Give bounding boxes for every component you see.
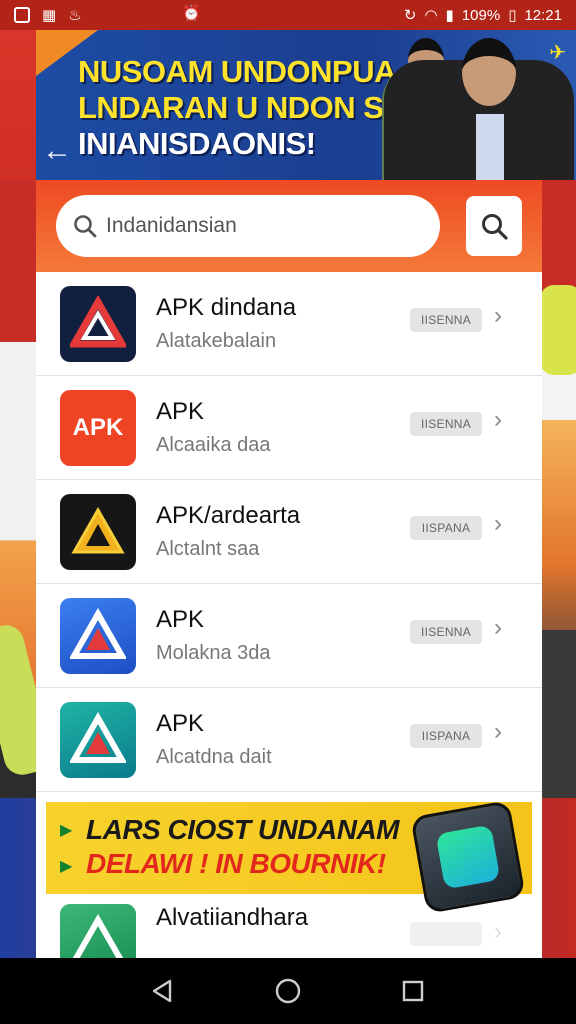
- apk-green-triangle-logo-icon: [60, 904, 136, 958]
- status-badge: IISPANA: [410, 724, 482, 748]
- chevron-right-icon: ›: [494, 918, 502, 945]
- apk-logo-text: APK: [72, 413, 124, 441]
- gadget-illustration-right: [540, 285, 576, 375]
- search-field[interactable]: [56, 195, 440, 257]
- notification-icon: [14, 7, 30, 23]
- status-badge: IISENNA: [410, 412, 482, 436]
- app-subtitle: Alctalnt saa: [156, 538, 260, 560]
- clock-text: 12:21: [524, 6, 562, 24]
- back-button[interactable]: [143, 971, 183, 1011]
- alarm-icon: ⏰: [182, 5, 201, 22]
- banner-title-line1: NUSOAM UNDONPUA: [78, 54, 397, 89]
- app-subtitle: Molakna 3da: [156, 642, 271, 664]
- flame-icon: ♨: [68, 6, 82, 24]
- chevron-right-icon: ›: [494, 406, 502, 433]
- ad-line2: DELAWI ! IN BOURNIK!: [86, 848, 386, 879]
- gadget-screen: [435, 824, 501, 890]
- banner-title-line3: INIANISDAONIS!: [78, 126, 316, 161]
- chevron-right-icon: ›: [494, 510, 502, 537]
- apk-triangle-logo-icon: [60, 285, 136, 362]
- person-shirt: [476, 114, 504, 180]
- chevron-right-icon: ›: [494, 614, 502, 641]
- status-bar: ▦ ♨ ⏰ ↻ ◠ ▮ 109% ▯ 12:21: [0, 0, 576, 30]
- status-badge: [410, 922, 482, 946]
- home-button[interactable]: [268, 971, 308, 1011]
- battery-icon: ▯: [508, 6, 517, 24]
- wifi-icon: ◠: [424, 6, 438, 24]
- banner-title: NUSOAM UNDONPUA LNDARAN U NDON SAN INIAN…: [78, 54, 428, 162]
- battery-text: 109%: [461, 6, 501, 24]
- chevron-right-icon: ›: [494, 302, 502, 329]
- back-triangle-icon: [152, 979, 171, 1003]
- search-icon: [482, 214, 508, 240]
- search-input[interactable]: [106, 214, 406, 238]
- recents-button[interactable]: [393, 971, 433, 1011]
- sync-icon: ↻: [403, 6, 417, 24]
- qr-icon: ▦: [42, 6, 57, 24]
- play-arrow-icon: ▶: [60, 858, 73, 875]
- search-icon: [74, 215, 97, 238]
- back-arrow-icon[interactable]: ←: [42, 134, 72, 168]
- app-subtitle: Alatakebalain: [156, 330, 277, 352]
- person-head-2: [462, 38, 516, 106]
- list-item[interactable]: APK/ardearta Alctalnt saa IISPANA ›: [36, 480, 542, 584]
- app-title: APK dindana: [156, 294, 297, 321]
- sunset-scene: [536, 420, 576, 660]
- apk-text-logo-icon: APK: [60, 389, 136, 466]
- ad-banner[interactable]: ▶ ▶ LARS CIOST UNDANAM DELAWI ! IN BOURN…: [46, 800, 532, 914]
- list-item[interactable]: APK dindana Alatakebalain IISENNA ›: [36, 272, 542, 376]
- app-title: APK: [156, 606, 205, 633]
- list-item[interactable]: APK APK Alcaaika daa IISENNA ›: [36, 376, 542, 480]
- app-title: APK/ardearta: [156, 502, 301, 529]
- list-item[interactable]: Alvatiiandhara ›: [36, 894, 542, 958]
- promo-banner[interactable]: NUSOAM UNDONPUA LNDARAN U NDON SAN INIAN…: [36, 30, 576, 180]
- app-title: Alvatiiandhara: [156, 904, 309, 931]
- home-circle-icon: [275, 978, 301, 1004]
- app-subtitle: Alcatdna dait: [156, 746, 272, 768]
- play-arrow-icon: ▶: [60, 822, 73, 839]
- apk-teal-triangle-logo-icon: [60, 701, 136, 778]
- status-badge: IISENNA: [410, 308, 482, 332]
- search-button[interactable]: [466, 196, 522, 256]
- ad-line1: LARS CIOST UNDANAM: [86, 814, 400, 845]
- signal-icon: ▮: [445, 6, 454, 24]
- app-subtitle: Alcaaika daa: [156, 434, 271, 456]
- status-badge: IISENNA: [410, 620, 482, 644]
- banner-title-line2: LNDARAN U NDON SAN: [78, 90, 428, 125]
- navigation-bar: [0, 958, 576, 1024]
- apk-blue-triangle-logo-icon: [60, 597, 136, 674]
- recents-square-icon: [403, 980, 424, 1002]
- app-title: APK: [156, 398, 205, 425]
- airplane-icon: ✈: [549, 42, 566, 64]
- app-title: APK: [156, 710, 205, 737]
- list-item[interactable]: APK Alcatdna dait IISPANA ›: [36, 688, 542, 792]
- search-bar: [36, 180, 542, 272]
- app-list-card: APK dindana Alatakebalain IISENNA › APK …: [36, 180, 542, 958]
- list-item[interactable]: APK Molakna 3da IISENNA ›: [36, 584, 542, 688]
- app-list: APK dindana Alatakebalain IISENNA › APK …: [36, 272, 542, 792]
- status-badge: IISPANA: [410, 516, 482, 540]
- chevron-right-icon: ›: [494, 718, 502, 745]
- apk-gold-triangle-logo-icon: [60, 493, 136, 570]
